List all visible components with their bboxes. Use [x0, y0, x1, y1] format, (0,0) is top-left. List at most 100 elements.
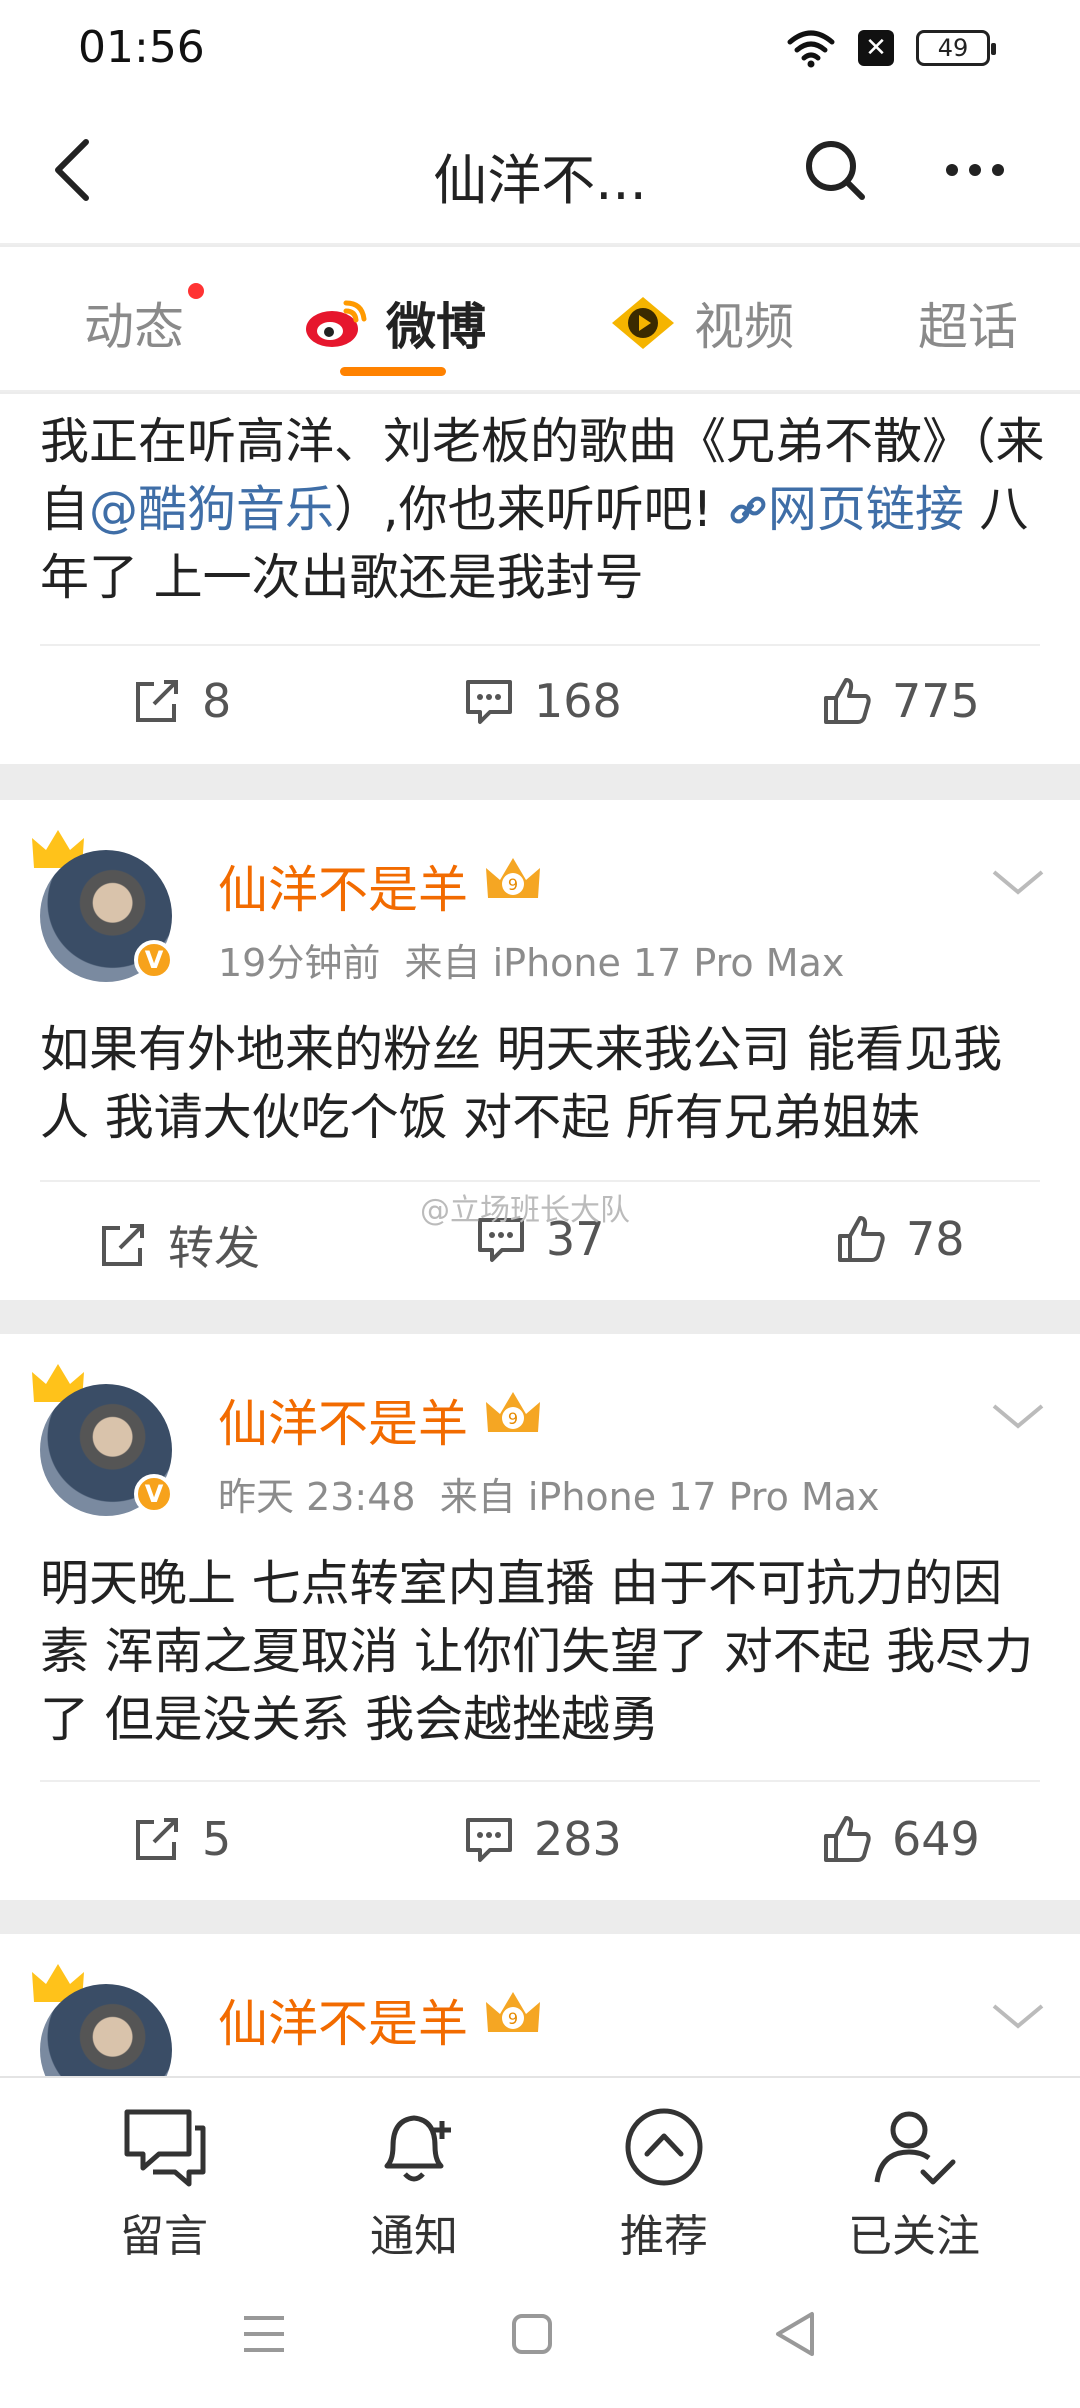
post-card: V 仙洋不是羊 9 昨天 23:48 来自 iPhone 17 Pro Max …	[0, 1334, 1080, 1900]
post-time: 19分钟前	[218, 941, 381, 985]
repost-count: 8	[202, 674, 232, 728]
post-time: 昨天 23:48	[218, 1475, 416, 1519]
like-count: 649	[892, 1812, 980, 1866]
like-button[interactable]: 78	[834, 1212, 965, 1266]
active-tab-indicator	[340, 367, 446, 376]
repost-icon	[136, 1818, 178, 1860]
weibo-logo-icon	[306, 300, 367, 347]
divider	[40, 644, 1040, 646]
repost-button[interactable]: 转发	[96, 1212, 260, 1278]
wifi-icon	[787, 30, 835, 68]
bottom-nav: 留言 通知 推荐 已关注	[0, 2076, 1080, 2262]
thumbs-up-icon	[824, 678, 871, 724]
comment-button[interactable]: 168	[462, 674, 622, 728]
comment-button[interactable]: 283	[462, 1812, 622, 1866]
comment-icon	[466, 1818, 512, 1862]
bell-plus-icon	[384, 2115, 451, 2182]
chevron-down-icon[interactable]	[990, 866, 1046, 898]
message-icon	[124, 2109, 206, 2187]
post-source: 来自 iPhone 17 Pro Max	[404, 941, 845, 985]
menu-icon[interactable]	[234, 2304, 294, 2364]
profile-tabs: 动态 微博 视频 超话	[0, 247, 1080, 392]
tab-dynamic[interactable]: 动态	[84, 287, 184, 359]
tab-label: 视频	[694, 298, 794, 356]
system-navigation-bar	[0, 2256, 1080, 2408]
search-icon[interactable]	[800, 135, 870, 205]
web-link-label: 网页链接	[767, 481, 964, 538]
new-dot	[188, 283, 204, 299]
tab-weibo[interactable]: 微博	[302, 287, 486, 359]
top-header: 仙洋不...	[0, 100, 1080, 245]
thumbs-up-icon	[824, 1816, 871, 1862]
weibo-profile-page: 01:56 ✕ 49 仙洋不... 动态 微博 视频 超话 我正在听高洋、刘老板…	[0, 0, 1080, 2408]
back-triangle-icon[interactable]	[766, 2304, 826, 2364]
nav-label: 推荐	[620, 2211, 708, 2262]
nav-messages[interactable]: 留言	[64, 2102, 264, 2264]
link-icon	[730, 496, 766, 524]
home-icon[interactable]	[502, 2304, 562, 2364]
thumbs-up-icon	[838, 1216, 885, 1262]
tab-label: 动态	[84, 298, 184, 356]
battery-level: 49	[937, 34, 969, 62]
post-card: 仙洋不是羊 9	[0, 1934, 1080, 2076]
divider	[40, 1780, 1040, 1782]
like-button[interactable]: 649	[820, 1812, 980, 1866]
post-text: 明天晚上 七点转室内直播 由于不可抗力的因素 浑南之夏取消 让你们失望了 对不起…	[40, 1555, 1034, 1748]
nav-label: 留言	[120, 2211, 208, 2262]
page-title: 仙洋不...	[433, 149, 647, 212]
post-meta: 昨天 23:48 来自 iPhone 17 Pro Max	[218, 1466, 880, 1521]
vip-level: 9	[508, 1409, 518, 1428]
status-bar: 01:56 ✕ 49	[0, 0, 1080, 100]
comment-count: 283	[534, 1812, 622, 1866]
comment-count: 168	[534, 674, 622, 728]
more-icon[interactable]	[940, 135, 1010, 205]
repost-button[interactable]: 8	[130, 674, 231, 728]
repost-icon	[102, 1224, 144, 1266]
like-button[interactable]: 775	[820, 674, 980, 728]
vip-crown-icon: 9	[486, 1992, 540, 2032]
vip-crown-icon: 9	[486, 1392, 540, 1432]
username[interactable]: 仙洋不是羊	[218, 850, 468, 922]
post-source: 来自 iPhone 17 Pro Max	[439, 1475, 880, 1519]
video-icon	[612, 297, 674, 349]
nav-following[interactable]: 已关注	[814, 2102, 1014, 2264]
post-text-part: ）,你也来听听吧!	[334, 481, 728, 538]
repost-icon	[136, 680, 178, 722]
no-sim-icon: ✕	[858, 30, 894, 66]
arrow-up-circle-icon	[625, 2108, 703, 2186]
repost-button[interactable]: 5	[130, 1812, 231, 1866]
like-count: 78	[906, 1212, 965, 1266]
user-check-icon	[874, 2111, 956, 2185]
chevron-down-icon[interactable]	[990, 2000, 1046, 2032]
post-meta: 19分钟前 来自 iPhone 17 Pro Max	[218, 932, 844, 987]
status-time: 01:56	[78, 22, 205, 73]
nav-label: 通知	[370, 2211, 458, 2262]
nav-label: 已关注	[848, 2211, 980, 2262]
divider	[40, 1180, 1040, 1182]
username[interactable]: 仙洋不是羊	[218, 1984, 468, 2056]
nav-notifications[interactable]: 通知	[314, 2102, 514, 2264]
web-link[interactable]: 网页链接	[728, 481, 964, 538]
tab-video[interactable]: 视频	[608, 287, 794, 359]
vip-crown-icon: 9	[486, 858, 540, 898]
watermark: @立场班长大队	[420, 1193, 630, 1228]
repost-label: 转发	[168, 1221, 260, 1275]
nav-recommend[interactable]: 推荐	[564, 2102, 764, 2264]
repost-count: 5	[202, 1812, 232, 1866]
verified-badge-icon: V	[134, 940, 174, 980]
verified-badge-icon: V	[134, 1474, 174, 1514]
chevron-down-icon[interactable]	[990, 1400, 1046, 1432]
tab-label: 微博	[386, 298, 486, 356]
tab-label: 超话	[918, 298, 1018, 356]
status-icons: ✕ 49	[786, 28, 996, 68]
post-text: 我正在听高洋、刘老板的歌曲《兄弟不散》（来自@酷狗音乐）,你也来听听吧! 网页链…	[40, 408, 1050, 612]
username[interactable]: 仙洋不是羊	[218, 1384, 468, 1456]
like-count: 775	[892, 674, 980, 728]
post-text: 如果有外地来的粉丝 明天来我公司 能看见我人 我请大伙吃个饭 对不起 所有兄弟姐…	[40, 1021, 1003, 1146]
mention-link[interactable]: @酷狗音乐	[89, 481, 334, 538]
comment-icon	[466, 680, 512, 724]
vip-level: 9	[508, 875, 518, 894]
tab-super-topic[interactable]: 超话	[918, 287, 1018, 359]
battery-icon: 49	[916, 30, 996, 66]
post-card: 我正在听高洋、刘老板的歌曲《兄弟不散》（来自@酷狗音乐）,你也来听听吧! 网页链…	[0, 394, 1080, 764]
